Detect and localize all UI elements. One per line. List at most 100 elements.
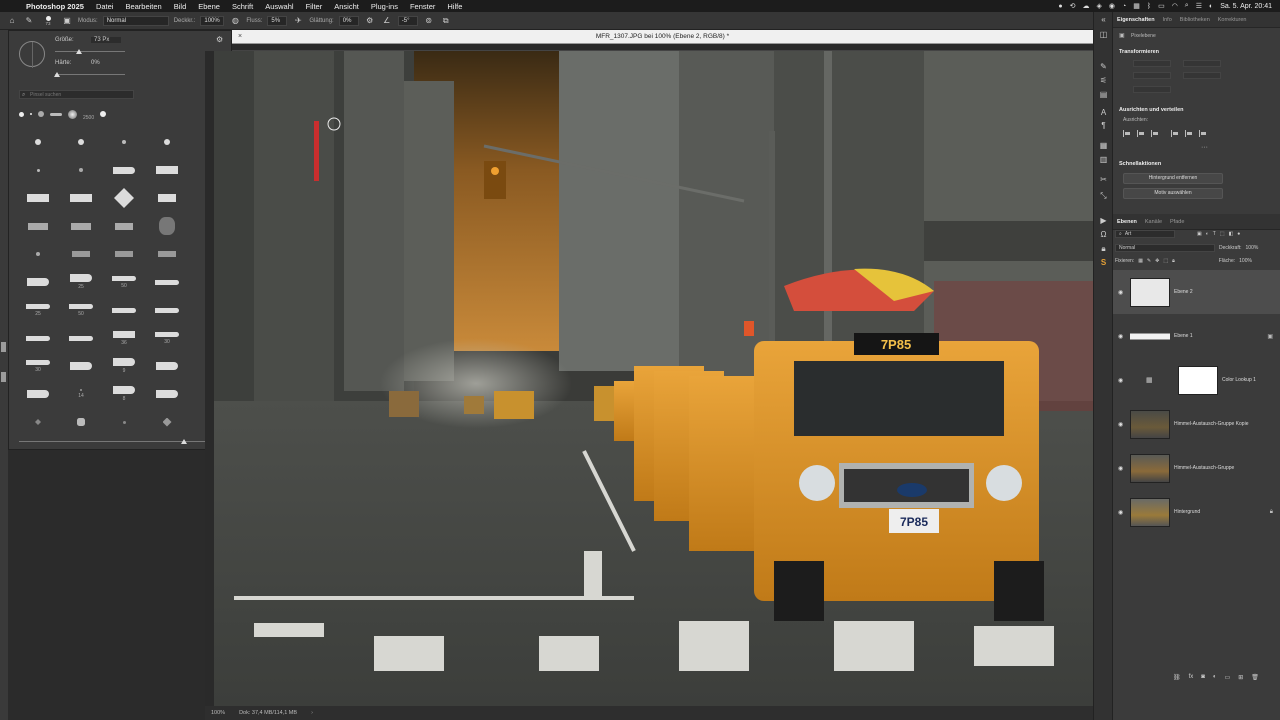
glyphs-icon[interactable]: Ω <box>1098 230 1109 240</box>
tool-marker-2[interactable] <box>1 372 6 382</box>
brush-preset[interactable] <box>19 325 57 351</box>
pressure-opacity-icon[interactable]: ◍ <box>229 15 241 27</box>
tab-paths[interactable]: Pfade <box>1170 219 1184 225</box>
brush-settings-panel-icon[interactable]: ✎ <box>1098 62 1109 72</box>
menu-bild[interactable]: Bild <box>168 2 193 11</box>
filter-toggle-icon[interactable]: ● <box>1237 231 1240 237</box>
brush-preset[interactable] <box>105 213 143 239</box>
brush-preset[interactable] <box>19 185 57 211</box>
siri-icon[interactable]: ◐ <box>1209 3 1213 10</box>
filter-adjustment-icon[interactable]: ◐ <box>1206 231 1209 237</box>
brush-preset[interactable] <box>105 157 143 183</box>
zoom-level[interactable]: 100% <box>211 710 225 716</box>
cloud-icon[interactable]: ☁ <box>1083 2 1090 10</box>
control-center-icon[interactable]: ☰ <box>1196 2 1202 10</box>
recent-brush-4[interactable] <box>50 112 62 116</box>
visibility-eye-icon[interactable]: ◉ <box>1118 509 1123 516</box>
tab-adjustments[interactable]: Korrekturen <box>1218 17 1247 23</box>
menu-ebene[interactable]: Ebene <box>192 2 226 11</box>
status-arrow-icon[interactable]: › <box>311 710 313 716</box>
substance-icon[interactable]: S <box>1098 258 1109 268</box>
battery-icon[interactable]: ▭ <box>1158 2 1165 10</box>
brush-preset[interactable] <box>105 297 143 323</box>
document-tab[interactable]: × MFR_1307.JPG bei 100% (Ebene 2, RGB/8)… <box>232 30 1093 44</box>
brush-preset[interactable] <box>62 157 100 183</box>
recent-brush-2[interactable] <box>30 113 32 115</box>
tab-info[interactable]: Info <box>1163 17 1172 23</box>
brush-preset[interactable] <box>148 409 186 435</box>
brush-search-input[interactable]: ⌕ Pinsel suchen <box>19 90 134 99</box>
visibility-eye-icon[interactable]: ◉ <box>1118 333 1123 340</box>
brush-preset[interactable] <box>19 157 57 183</box>
brush-preset[interactable] <box>148 353 186 379</box>
hardness-value-field[interactable]: 0% <box>91 60 100 66</box>
menu-datei[interactable]: Datei <box>90 2 120 11</box>
brush-preset[interactable]: 8 <box>105 381 143 407</box>
size-value-field[interactable]: 73 Px <box>91 37 121 43</box>
new-layer-icon[interactable]: ⊞ <box>1238 674 1243 681</box>
visibility-eye-icon[interactable]: ◉ <box>1118 421 1123 428</box>
layer-style-icon[interactable]: fx <box>1189 674 1194 681</box>
brush-preset[interactable] <box>62 241 100 267</box>
tools-icon[interactable]: ✂ <box>1098 175 1109 185</box>
brush-tool-icon[interactable]: ✎ <box>23 15 35 27</box>
lock-pixels-icon[interactable]: ✎ <box>1147 258 1151 264</box>
stamp-icon[interactable]: ▤ <box>1098 90 1109 100</box>
hardness-slider-track[interactable] <box>55 74 125 75</box>
brush-preset[interactable]: 36 <box>105 325 143 351</box>
size-slider-track[interactable] <box>55 51 125 52</box>
brush-preset[interactable]: 30 <box>19 353 57 379</box>
brush-preset[interactable]: 14 <box>62 381 100 407</box>
lock-transparency-icon[interactable]: ▦ <box>1138 258 1143 264</box>
brush-preset[interactable]: 25 <box>19 297 57 323</box>
quick-actions-title[interactable]: Schnellaktionen <box>1119 161 1161 167</box>
select-subject-button[interactable]: Motiv auswählen <box>1123 188 1223 199</box>
grid-icon[interactable]: ▦ <box>1133 2 1140 10</box>
menubar-clock[interactable]: Sa. 5. Apr. 20:41 <box>1220 3 1272 10</box>
align-left-icon[interactable] <box>1123 130 1131 137</box>
bluetooth-icon[interactable]: ᛒ <box>1147 3 1151 10</box>
tool-marker-1[interactable] <box>1 342 6 352</box>
brush-preset[interactable]: 50 <box>62 297 100 323</box>
brush-preset[interactable] <box>62 353 100 379</box>
brush-preset[interactable] <box>19 129 57 155</box>
menu-plugins[interactable]: Plug-ins <box>365 2 404 11</box>
history-icon[interactable]: ◫ <box>1098 30 1109 40</box>
tab-channels[interactable]: Kanäle <box>1145 219 1162 225</box>
image-canvas[interactable]: 7P85 7P85 <box>214 51 1112 706</box>
lock-all-icon[interactable]: 🔒︎ <box>1172 258 1175 264</box>
transform-section-title[interactable]: Transformieren <box>1119 49 1159 55</box>
brush-preset[interactable]: 50 <box>105 269 143 295</box>
tab-layers[interactable]: Ebenen <box>1117 219 1137 225</box>
brush-preview-size-thumb[interactable] <box>181 439 187 444</box>
layer-row[interactable]: ◉ Ebene 2 <box>1113 270 1280 314</box>
menu-app[interactable]: Photoshop 2025 <box>20 2 90 11</box>
smoothing-options-gear-icon[interactable]: ⚙ <box>364 15 376 27</box>
tab-properties[interactable]: Eigenschaften <box>1117 17 1155 23</box>
filter-shape-icon[interactable]: ⬚ <box>1220 231 1225 237</box>
brush-preset[interactable] <box>105 241 143 267</box>
ruler-horizontal[interactable] <box>232 44 1093 51</box>
size-slider-thumb[interactable] <box>76 49 82 54</box>
brush-preset[interactable] <box>62 213 100 239</box>
brush-preset[interactable] <box>148 241 186 267</box>
menu-fenster[interactable]: Fenster <box>404 2 441 11</box>
brush-preset[interactable] <box>19 241 57 267</box>
new-group-icon[interactable]: ▭ <box>1225 674 1231 681</box>
align-center-icon[interactable] <box>1137 130 1145 137</box>
wifi-icon[interactable]: ◠ <box>1172 2 1178 10</box>
brush-preset[interactable] <box>148 213 186 239</box>
layer-row[interactable]: ◉ ▦ Color Lookup 1 <box>1113 358 1280 402</box>
ruler-vertical[interactable] <box>205 51 214 706</box>
document-info[interactable]: Dok: 37,4 MB/114,1 MB <box>239 710 297 716</box>
flow-field[interactable]: 5% <box>267 15 288 26</box>
menu-schrift[interactable]: Schrift <box>226 2 259 11</box>
mode-select[interactable]: Normal <box>102 15 169 26</box>
brush-preset[interactable] <box>148 269 186 295</box>
lock-artboard-icon[interactable]: ⬚ <box>1163 258 1168 264</box>
brush-preset[interactable] <box>148 185 186 211</box>
tab-libraries[interactable]: Bibliotheken <box>1180 17 1210 23</box>
filter-smart-icon[interactable]: ◧ <box>1229 231 1234 237</box>
filter-kind-select[interactable]: ⌕ Art <box>1115 230 1175 238</box>
new-adjustment-icon[interactable]: ◐ <box>1213 674 1217 681</box>
